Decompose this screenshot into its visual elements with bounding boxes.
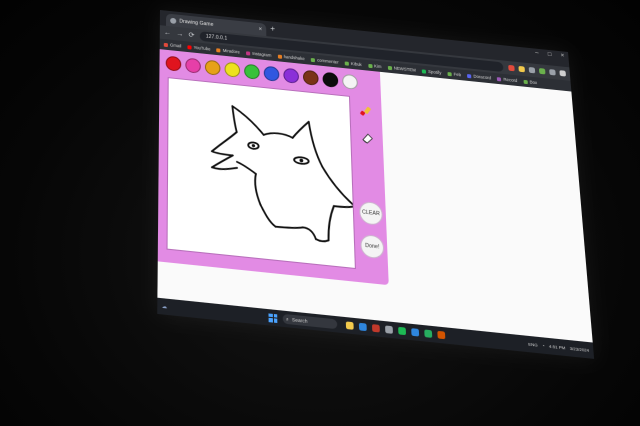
extension-icon[interactable] xyxy=(518,65,525,73)
clock-time[interactable]: 4:51 PM xyxy=(549,343,566,350)
brush-icon xyxy=(359,106,372,117)
bookmark-icon xyxy=(387,65,392,70)
search-placeholder: Search xyxy=(291,316,308,324)
color-swatch-black[interactable] xyxy=(322,71,339,88)
bookmark-label: Feb xyxy=(453,71,462,78)
bookmark-item[interactable]: YouTube xyxy=(187,44,210,51)
bookmark-item[interactable]: Doracord xyxy=(467,73,491,80)
drawing-canvas[interactable] xyxy=(166,77,356,270)
bookmark-item[interactable]: Kim xyxy=(367,63,382,70)
taskbar-app-icon[interactable] xyxy=(345,321,354,330)
bookmark-icon xyxy=(310,57,316,62)
taskbar-app-icon[interactable] xyxy=(437,330,446,340)
bookmark-icon xyxy=(245,50,251,56)
bookmark-item[interactable]: Spotify xyxy=(421,68,442,76)
wolf-doodle xyxy=(168,78,355,268)
bookmark-icon xyxy=(277,54,282,59)
windows-start-icon[interactable] xyxy=(268,312,278,323)
taskbar-app-icon[interactable] xyxy=(424,329,433,338)
system-tray: ENG ◔ 4:51 PM 3/23/2024 xyxy=(528,341,589,353)
close-window-button[interactable]: × xyxy=(560,53,564,59)
brush-tool[interactable] xyxy=(356,102,375,122)
bookmark-label: Doracord xyxy=(473,73,492,81)
bookmark-label: Miradore xyxy=(222,47,240,55)
color-swatch-white[interactable] xyxy=(342,73,359,90)
bookmark-icon xyxy=(467,73,472,78)
bookmark-item[interactable]: Record xyxy=(497,76,518,84)
bookmark-icon xyxy=(367,63,373,68)
color-swatch-blue[interactable] xyxy=(263,65,280,82)
bookmark-label: Kim xyxy=(373,63,382,70)
weather-widget-icon[interactable]: ☁ xyxy=(162,303,206,314)
taskbar-app-icon[interactable] xyxy=(398,326,407,336)
bookmark-label: Box xyxy=(529,79,538,86)
bookmark-label: YouTube xyxy=(193,44,211,52)
language-indicator[interactable]: ENG xyxy=(528,341,538,347)
color-swatch-purple[interactable] xyxy=(283,67,300,84)
taskbar-search[interactable]: ⌕ Search xyxy=(282,313,338,330)
window-controls: – □ × xyxy=(535,50,565,59)
extension-icon[interactable] xyxy=(559,70,567,77)
bookmark-item[interactable]: Miradore xyxy=(216,47,240,55)
web-page: CLEAR Done! xyxy=(157,49,593,343)
forward-button[interactable]: → xyxy=(176,30,183,37)
bookmark-icon xyxy=(344,60,349,66)
taskbar-app-icon[interactable] xyxy=(411,328,420,337)
eraser-icon xyxy=(359,130,374,145)
url-text: 127.0.0.1 xyxy=(205,33,228,42)
color-swatch-green[interactable] xyxy=(244,63,260,80)
wifi-icon[interactable]: ◔ xyxy=(542,343,545,349)
clear-button[interactable]: CLEAR xyxy=(358,200,384,226)
bookmark-item[interactable]: Kibuk xyxy=(344,60,362,68)
done-button[interactable]: Done! xyxy=(360,233,385,260)
color-swatch-brown[interactable] xyxy=(302,69,319,86)
color-swatch-orange[interactable] xyxy=(204,59,221,76)
bookmark-icon xyxy=(216,47,221,53)
bookmark-label: Gmail xyxy=(169,42,182,49)
bookmark-icon xyxy=(523,79,528,84)
color-swatch-yellow[interactable] xyxy=(224,61,241,78)
bookmark-icon xyxy=(421,68,427,74)
back-button[interactable]: ← xyxy=(164,29,171,36)
bookmark-item[interactable]: handshake xyxy=(277,54,305,62)
bookmark-item[interactable]: Box xyxy=(523,79,537,85)
bookmark-icon xyxy=(163,42,168,47)
extension-icon[interactable] xyxy=(549,69,556,76)
bookmark-item[interactable]: NEWSTEM xyxy=(387,65,416,73)
bookmark-item[interactable]: Feb xyxy=(447,71,461,77)
projected-screen: Drawing Game × + – □ × ← → ⟳ 127.0.0.1 G… xyxy=(157,10,595,359)
taskbar-app-icon[interactable] xyxy=(371,324,380,333)
bookmark-icon xyxy=(497,76,502,81)
color-swatch-pink[interactable] xyxy=(185,57,201,74)
reload-button[interactable]: ⟳ xyxy=(188,31,194,39)
extension-icon[interactable] xyxy=(528,66,536,74)
extension-icon[interactable] xyxy=(538,68,546,75)
taskbar-app-icon[interactable] xyxy=(385,325,393,334)
eraser-tool[interactable] xyxy=(357,128,376,148)
clock-date[interactable]: 3/23/2024 xyxy=(569,346,589,353)
new-tab-button[interactable]: + xyxy=(270,24,275,34)
bookmark-label: NEWSTEM xyxy=(393,65,416,73)
bookmark-item[interactable]: commenter xyxy=(310,57,339,65)
bookmark-item[interactable]: Gmail xyxy=(163,42,182,49)
bookmark-label: commenter xyxy=(316,57,339,65)
tab-close-icon[interactable]: × xyxy=(258,26,262,32)
bookmark-icon xyxy=(447,71,452,76)
bookmark-icon xyxy=(187,44,192,50)
bookmark-label: Spotify xyxy=(428,69,442,76)
bookmark-label: handshake xyxy=(283,54,305,62)
color-swatch-red[interactable] xyxy=(165,55,182,72)
bookmark-item[interactable]: Instagram xyxy=(245,50,272,58)
bookmark-label: Instagram xyxy=(252,50,272,58)
globe-icon xyxy=(170,17,177,24)
minimize-button[interactable]: – xyxy=(535,50,539,56)
maximize-button[interactable]: □ xyxy=(548,52,552,58)
bookmark-label: Record xyxy=(503,76,518,84)
search-icon: ⌕ xyxy=(285,316,289,323)
taskbar-app-icon[interactable] xyxy=(358,322,367,332)
bookmark-label: Kibuk xyxy=(350,61,362,68)
drawing-app: CLEAR Done! xyxy=(157,49,389,286)
extension-icon[interactable] xyxy=(508,64,515,72)
